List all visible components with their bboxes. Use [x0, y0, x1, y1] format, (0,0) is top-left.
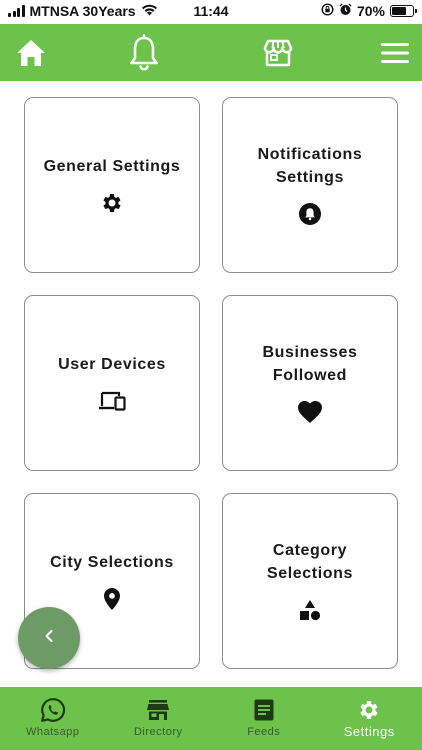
bell-circle-icon: [298, 201, 322, 227]
document-icon: [253, 697, 275, 723]
tab-label: Whatsapp: [25, 726, 80, 738]
card-title: General Settings: [43, 157, 181, 175]
tab-whatsapp[interactable]: Whatsapp: [0, 687, 106, 750]
store-icon[interactable]: [259, 34, 297, 72]
gear-icon: [100, 190, 124, 216]
devices-icon: [98, 388, 126, 414]
general-settings-card[interactable]: General Settings: [24, 97, 200, 273]
card-title: Notifications Settings: [257, 146, 363, 186]
alarm-icon: [339, 3, 352, 19]
tab-label: Feeds: [247, 726, 281, 738]
battery-level: [392, 7, 406, 15]
tab-directory[interactable]: Directory: [106, 687, 212, 750]
businesses-followed-card[interactable]: Businesses Followed: [222, 295, 398, 471]
bell-icon[interactable]: [125, 34, 163, 72]
tab-settings[interactable]: Settings: [317, 687, 422, 750]
back-button[interactable]: [18, 607, 80, 669]
store-icon: [146, 697, 170, 723]
card-title: User Devices: [58, 355, 166, 373]
whatsapp-icon: [40, 697, 66, 723]
card-title: City Selections: [50, 553, 174, 571]
tab-label: Settings: [343, 724, 395, 739]
location-pin-icon: [103, 586, 121, 612]
notifications-settings-card[interactable]: Notifications Settings: [222, 97, 398, 273]
bottom-nav: Whatsapp Directory Feeds Settings: [0, 687, 422, 750]
heart-icon: [297, 399, 323, 425]
rotation-lock-icon: [321, 3, 334, 19]
battery-icon: [390, 5, 417, 17]
battery-percent: 70%: [356, 3, 385, 19]
settings-grid: General Settings Notifications Settings …: [24, 97, 398, 669]
top-app-bar: [0, 24, 422, 81]
card-title: Businesses Followed: [262, 344, 358, 384]
user-devices-card[interactable]: User Devices: [24, 295, 200, 471]
menu-icon[interactable]: [376, 34, 414, 72]
tab-feeds[interactable]: Feeds: [211, 687, 317, 750]
status-bar: MTNSA 30Years 11:44 70%: [0, 0, 422, 24]
card-title: Category Selections: [266, 542, 354, 582]
category-selections-card[interactable]: Category Selections: [222, 493, 398, 669]
shapes-icon: [298, 597, 322, 623]
gear-icon: [357, 697, 381, 723]
status-right: 70%: [321, 3, 417, 19]
home-icon[interactable]: [12, 34, 50, 72]
chevron-left-icon: [43, 629, 55, 648]
tab-label: Directory: [133, 726, 183, 738]
